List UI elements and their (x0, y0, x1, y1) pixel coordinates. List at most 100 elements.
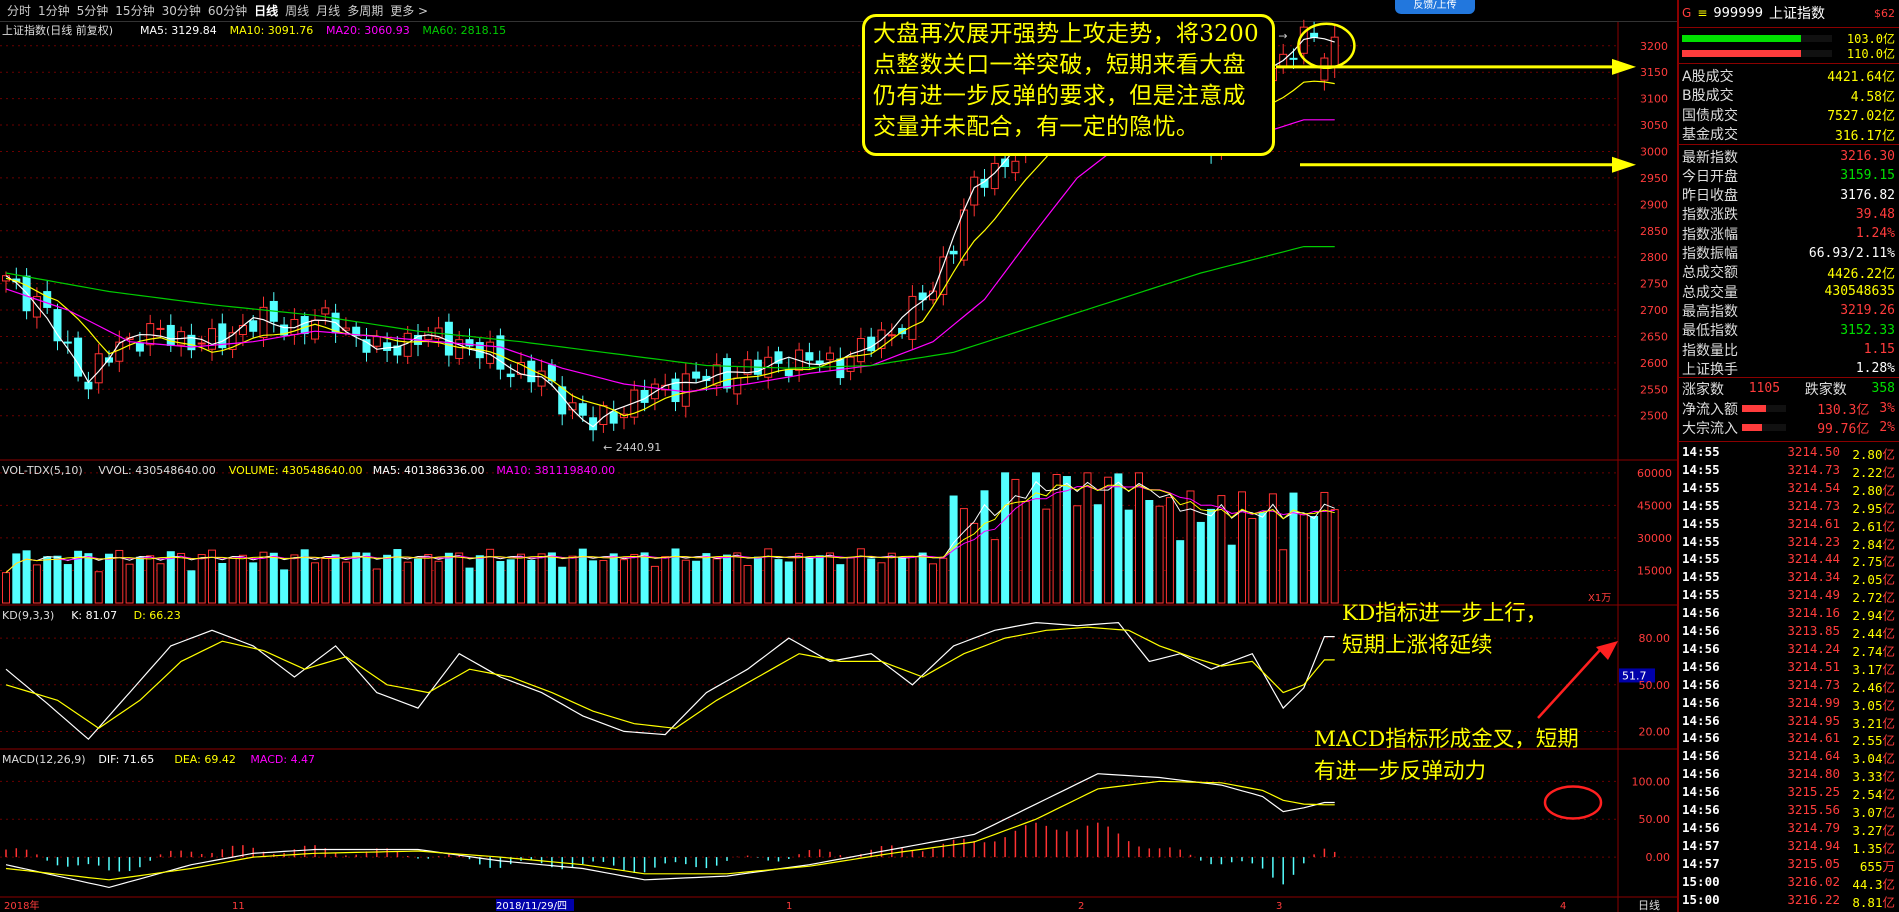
volume-bar (403, 561, 412, 604)
quote-6-label: 总成交额 (1682, 265, 1738, 282)
volume-bar (733, 552, 742, 604)
volume-bar (32, 564, 41, 604)
tick-price: 3215.25 (1787, 784, 1840, 800)
volume-bar (280, 569, 289, 604)
volume-bar (372, 568, 381, 604)
tick-time: 14:55 (1682, 444, 1720, 459)
inflow-row-0: 净流入额 130.3亿 3% (1682, 399, 1895, 418)
volume-bar (877, 562, 886, 604)
volume-bar (63, 564, 72, 604)
candle-body (63, 341, 72, 344)
quote-2-label: 昨日收盘 (1682, 188, 1738, 205)
tick-time: 14:55 (1682, 551, 1720, 567)
candle-body (846, 356, 855, 372)
quote-5: 指数振幅 66.93/2.11% (1682, 244, 1895, 263)
tick-volume: 2.54亿 (1852, 787, 1895, 803)
volume-bar (589, 560, 598, 604)
candle-body (578, 403, 587, 416)
quote-3: 指数涨跌 39.48 (1682, 205, 1895, 224)
tick-time: 14:56 (1682, 605, 1720, 621)
flow-bar-fill (1682, 49, 1801, 57)
tick-row: 14:56 3214.16 2.94亿 (1682, 605, 1895, 623)
quote-11-label: 上证换手 (1682, 361, 1738, 378)
candle-body (372, 336, 381, 347)
tick-time: 14:56 (1682, 819, 1720, 835)
flow-bar-1: 110.0亿 (1682, 46, 1895, 61)
volume-bar (640, 552, 649, 604)
updown-row: 涨家数 1105 跌家数 358 (1682, 379, 1895, 398)
main-tick-label: 2950 (1640, 172, 1668, 185)
macd-line-dif (5, 773, 1335, 889)
stat-3-value: 316.17亿 (1835, 128, 1895, 144)
kd-legend-item: D: 66.23 (134, 609, 181, 622)
tick-time: 14:55 (1682, 569, 1720, 585)
volume-bar (177, 552, 186, 604)
volume-bar (537, 553, 546, 604)
quote-1: 今日开盘 3159.15 (1682, 166, 1895, 185)
volume-bar (465, 567, 474, 604)
tick-row: 15:00 3216.22 8.81亿 (1682, 892, 1895, 910)
tick-price: 3214.73 (1787, 497, 1840, 513)
candle-body (692, 371, 701, 379)
volume-bar (166, 551, 175, 604)
tick-volume: 2.61亿 (1852, 518, 1895, 534)
volume-bar (898, 556, 907, 604)
flow-bar-0: 103.0亿 (1682, 31, 1895, 46)
volume-bar (1062, 476, 1071, 604)
volume-bar (1001, 472, 1010, 604)
main-tick-label: 2750 (1640, 278, 1668, 291)
volume-bar (94, 571, 103, 604)
candle-body (609, 411, 618, 424)
candle-body (805, 352, 814, 361)
volume-bar (352, 552, 361, 604)
tick-time: 14:56 (1682, 623, 1720, 638)
quote-3-label: 指数涨跌 (1682, 207, 1738, 224)
legends: 上证指数(日线 前复权) MA5: 3129.84 MA10: 3091.76 MA2… (2, 23, 615, 766)
stat-0-value: 4421.64亿 (1827, 70, 1895, 85)
volume-bar (887, 552, 896, 604)
macd-panel (5, 773, 1336, 889)
volume-bar (259, 551, 268, 604)
tick-time: 14:57 (1682, 855, 1720, 871)
candle-body (115, 341, 124, 362)
quote-7-label: 总成交量 (1682, 284, 1738, 301)
tick-volume: 2.75亿 (1852, 554, 1895, 570)
tick-time: 14:55 (1682, 515, 1720, 531)
candle-body (887, 334, 896, 337)
volume-bar (218, 563, 227, 604)
flow-bar-track (1682, 49, 1832, 57)
volume-bar (1114, 473, 1123, 604)
volume-bar (434, 560, 443, 604)
candle-body (836, 358, 845, 379)
vol-tick-label: 60000 (1637, 467, 1672, 480)
volume-bar (723, 554, 731, 604)
main-tick-label: 2700 (1640, 304, 1668, 317)
volume-bar (1310, 516, 1319, 604)
tick-row: 14:57 3215.05 655万 (1682, 856, 1895, 874)
kd-legend-item: K: 81.07 (71, 609, 117, 622)
stat-1-value: 4.58亿 (1850, 89, 1895, 105)
main-tick-label: 2600 (1640, 357, 1668, 370)
volume-bar (826, 552, 834, 604)
volume-bar (1238, 491, 1246, 604)
quote-sidebar: G ≡ 999999 上证指数 $62 涨家数 1105 跌家数 358 103… (1677, 0, 1899, 912)
tick-row: 14:55 3214.34 2.05亿 (1682, 569, 1895, 587)
candle-body (166, 324, 175, 346)
vol-tick-label: 45000 (1637, 499, 1672, 512)
stat-1: B股成交 4.58亿 (1682, 86, 1895, 105)
down-count: 358 (1871, 381, 1895, 396)
tick-row: 14:55 3214.50 2.80亿 (1682, 444, 1895, 462)
volume-bar (547, 552, 556, 604)
tick-row: 14:56 3214.95 3.21亿 (1682, 713, 1895, 731)
macd-cross-circle (1543, 785, 1603, 820)
quote-9-label: 最低指数 (1682, 323, 1738, 340)
stat-0: A股成交 4421.64亿 (1682, 66, 1895, 86)
volume-bar (311, 562, 319, 604)
tick-volume: 2.44亿 (1852, 626, 1895, 641)
volume-bar (84, 553, 93, 604)
volume-bar (135, 556, 144, 604)
volume-bar (1124, 509, 1133, 604)
kd-line-d (5, 626, 1335, 730)
volume-bar (1248, 517, 1257, 604)
volume-bar (939, 557, 948, 604)
